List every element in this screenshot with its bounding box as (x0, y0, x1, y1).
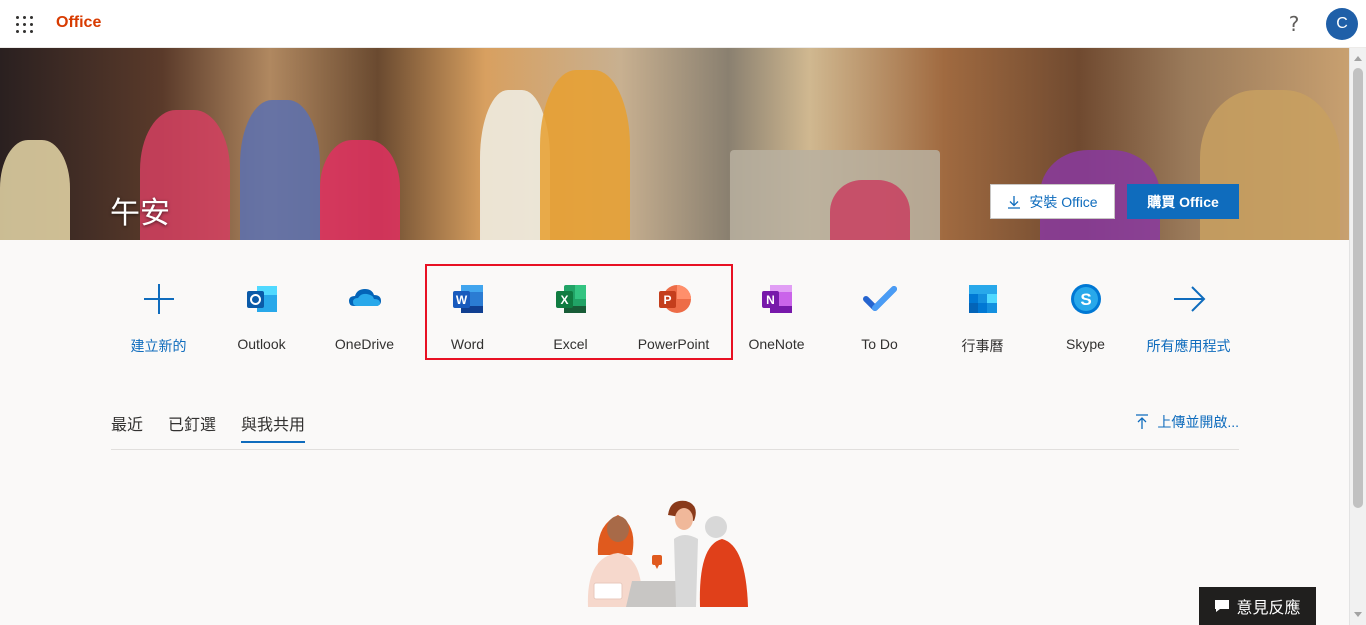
plus-icon (142, 282, 176, 316)
brush-image (0, 140, 70, 240)
app-label: OneNote (748, 336, 805, 352)
install-office-button[interactable]: 安裝 Office (990, 184, 1115, 219)
app-list: 建立新的 Outlook OneDrive W Word X Excel P P… (107, 270, 1247, 360)
buy-office-button[interactable]: 購買 Office (1127, 184, 1239, 219)
app-label: Excel (553, 336, 588, 352)
svg-text:X: X (560, 293, 568, 307)
app-todo[interactable]: To Do (828, 270, 931, 360)
svg-text:W: W (455, 293, 467, 307)
scroll-up-arrow-icon[interactable] (1354, 56, 1362, 61)
app-label: Outlook (237, 336, 286, 352)
svg-text:P: P (663, 293, 671, 307)
calendar-icon (966, 282, 1000, 316)
outlook-icon (245, 282, 279, 316)
tab-recent[interactable]: 最近 (111, 411, 143, 441)
upload-and-open-button[interactable]: 上傳並開啟... (1135, 412, 1239, 432)
svg-text:S: S (1080, 290, 1091, 309)
app-label: 行事曆 (961, 338, 1004, 354)
app-skype[interactable]: S Skype (1034, 270, 1137, 360)
app-create-new[interactable]: 建立新的 (107, 270, 210, 360)
download-icon (1008, 195, 1021, 209)
app-all-apps[interactable]: 所有應用程式 (1137, 270, 1240, 360)
word-icon: W (451, 282, 485, 316)
upload-icon (1136, 414, 1149, 429)
svg-text:N: N (766, 293, 775, 307)
brush-image (830, 180, 910, 240)
excel-icon: X (554, 282, 588, 316)
app-label: 所有應用程式 (1146, 338, 1231, 354)
tab-shared-with-me[interactable]: 與我共用 (241, 411, 306, 443)
app-onedrive[interactable]: OneDrive (313, 270, 416, 360)
account-avatar[interactable]: C (1326, 8, 1358, 40)
app-onenote[interactable]: N OneNote (725, 270, 828, 360)
upload-label: 上傳並開啟... (1157, 414, 1239, 430)
office-brand-link[interactable]: Office (56, 14, 101, 32)
install-office-label: 安裝 Office (1029, 193, 1098, 210)
todo-icon (862, 282, 897, 316)
app-label: To Do (861, 336, 898, 352)
app-excel[interactable]: X Excel (519, 270, 622, 360)
waffle-icon (15, 15, 33, 33)
app-label: 建立新的 (130, 338, 187, 354)
shared-files-illustration (580, 495, 770, 607)
help-button[interactable]: ? (1280, 10, 1308, 38)
app-label: PowerPoint (637, 336, 710, 352)
app-label: Word (450, 336, 485, 352)
greeting-text: 午安 (110, 196, 170, 231)
app-calendar[interactable]: 行事曆 (931, 270, 1034, 360)
skype-icon: S (1069, 282, 1103, 316)
onedrive-icon (348, 282, 382, 316)
app-outlook[interactable]: Outlook (210, 270, 313, 360)
powerpoint-icon: P (657, 282, 691, 316)
tab-pinned[interactable]: 已釘選 (168, 411, 216, 441)
app-label: Skype (1066, 336, 1105, 352)
scroll-thumb[interactable] (1353, 68, 1363, 508)
feedback-button[interactable]: 意見反應 (1199, 587, 1316, 625)
vertical-scrollbar[interactable] (1349, 48, 1366, 625)
app-powerpoint[interactable]: P PowerPoint (622, 270, 725, 360)
brush-image (540, 70, 630, 240)
brush-image (240, 100, 320, 240)
app-label: OneDrive (334, 336, 395, 352)
chat-bubble-icon (1215, 600, 1230, 612)
top-bar: Office ? C (0, 0, 1366, 48)
onenote-icon: N (760, 282, 794, 316)
app-word[interactable]: W Word (416, 270, 519, 360)
brush-image (320, 140, 400, 240)
app-launcher-button[interactable] (0, 0, 48, 48)
file-tabs: 最近 已釘選 與我共用 上傳並開啟... (111, 400, 1239, 450)
scroll-down-arrow-icon[interactable] (1354, 612, 1362, 617)
arrow-right-icon (1172, 282, 1206, 316)
feedback-label: 意見反應 (1236, 600, 1301, 617)
